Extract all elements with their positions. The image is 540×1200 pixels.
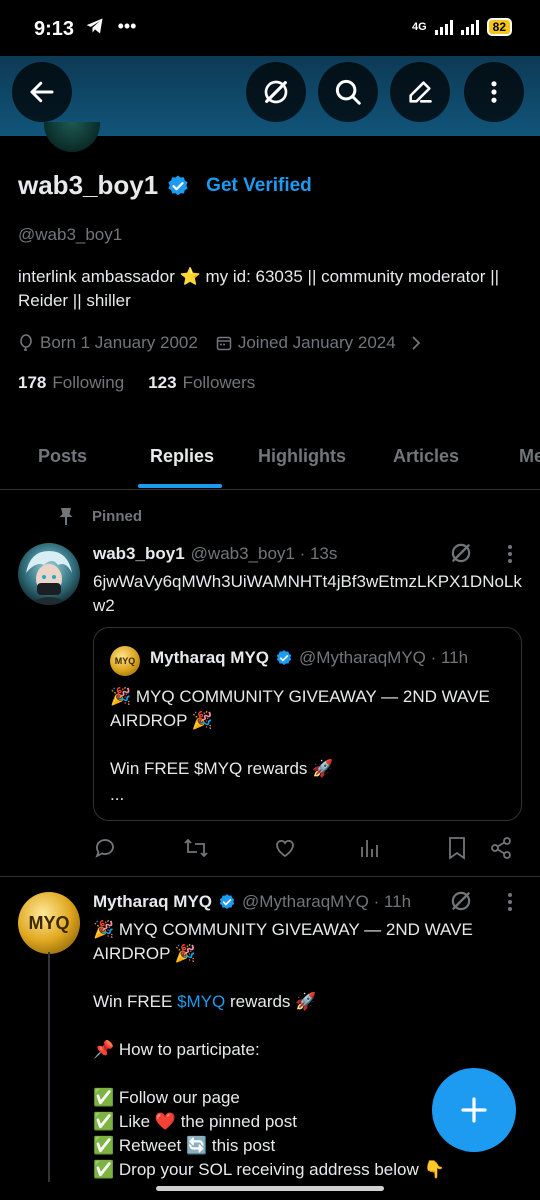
more-notifications-icon: ••• <box>117 16 137 36</box>
post2-how: 📌 How to participate: <box>93 1040 260 1059</box>
quote-handle-time: @MytharaqMYQ · 11h <box>299 648 469 667</box>
quote-text-line2: Win FREE $MYQ rewards 🚀 <box>110 759 334 778</box>
share-icon[interactable] <box>489 836 513 860</box>
post2-line1: 🎉 MYQ COMMUNITY GIVEAWAY — 2ND WAVE AIRD… <box>93 920 473 963</box>
signal-icon-2 <box>460 19 479 35</box>
birthdate: Born 1 January 2002 <box>18 333 198 353</box>
post2-header: Mytharaq MYQ @MytharaqMYQ · 11h <box>93 892 411 912</box>
following-link[interactable]: 178 Following <box>18 373 124 393</box>
grok-icon[interactable] <box>448 888 474 914</box>
profile-name: wab3_boy1 <box>18 170 159 200</box>
post2-more-icon[interactable] <box>500 891 520 913</box>
profile-meta: Born 1 January 2002 Joined January 2024 <box>18 333 522 353</box>
compose-button[interactable] <box>432 1068 516 1152</box>
followers-count: 123 <box>148 373 177 392</box>
quote-author-name: Mytharaq MYQ <box>150 648 270 667</box>
arrow-left-icon <box>30 81 54 103</box>
followers-label: Followers <box>182 373 256 392</box>
quoted-post[interactable]: MYQ Mytharaq MYQ @MytharaqMYQ · 11h 🎉 MY… <box>93 627 522 821</box>
status-notification-icons: ••• <box>84 16 136 42</box>
verified-badge-icon <box>276 650 292 665</box>
pinned-text: Pinned <box>92 507 143 525</box>
search-button[interactable] <box>318 62 378 122</box>
battery-indicator: 82 <box>486 18 512 36</box>
network-type: 4G <box>411 21 427 33</box>
myq-coin-logo: MYQ <box>28 912 70 933</box>
tab-replies[interactable]: Replies <box>150 446 214 467</box>
tab-highlights[interactable]: Highlights <box>258 446 346 467</box>
quote-header: Mytharaq MYQ @MytharaqMYQ · 11h <box>150 648 468 668</box>
join-date: Joined January 2024 <box>216 333 396 353</box>
quote-avatar: MYQ <box>110 646 140 676</box>
post-actions <box>93 836 523 864</box>
views-icon[interactable] <box>359 836 381 860</box>
more-vertical-icon <box>491 81 497 103</box>
post2-author-name[interactable]: Mytharaq MYQ <box>93 892 212 912</box>
post-more-icon[interactable] <box>500 543 520 565</box>
profile-handle: @wab3_boy1 <box>18 225 123 244</box>
join-date-text: Joined January 2024 <box>237 333 396 352</box>
cashtag-link[interactable]: $MYQ <box>177 992 225 1011</box>
signal-icon-1 <box>434 19 453 35</box>
post-author-name[interactable]: wab3_boy1 <box>93 544 185 564</box>
back-button[interactable] <box>12 62 72 122</box>
quote-text-ellipsis: ... <box>110 785 125 804</box>
tab-posts[interactable]: Posts <box>38 446 87 467</box>
get-verified-link[interactable]: Get Verified <box>206 175 312 197</box>
post-divider <box>0 876 540 877</box>
post-handle-time: @wab3_boy1 · 13s <box>190 544 338 563</box>
telegram-icon <box>86 18 103 34</box>
profile-bio: interlink ambassador ⭐ my id: 63035 || c… <box>18 267 500 310</box>
status-right: 4G 82 <box>412 18 512 36</box>
post-text: 6jwWaVy6qMWh3UiWAMNHTt4jBf3wEtmzLKPX1DNo… <box>93 572 522 615</box>
retweet-icon[interactable] <box>183 836 209 860</box>
follow-stats: 178 Following 123 Followers <box>18 373 522 393</box>
chevron-right-icon[interactable] <box>408 335 424 351</box>
post2-win-line: Win FREE $MYQ rewards 🚀 <box>93 990 523 1014</box>
more-button[interactable] <box>464 62 524 122</box>
post2-avatar[interactable]: MYQ <box>18 892 80 954</box>
profile-tabs: Posts Replies Highlights Articles Me <box>0 420 540 490</box>
pencil-icon <box>409 81 432 103</box>
tab-media[interactable]: Me <box>519 446 540 467</box>
post2-step4: ✅ Drop your SOL receiving address below … <box>93 1160 445 1179</box>
following-label: Following <box>52 373 125 392</box>
post-avatar[interactable] <box>18 543 80 605</box>
post2-win-suffix: rewards 🚀 <box>225 992 317 1011</box>
post2-win-prefix: Win FREE <box>93 992 178 1011</box>
balloon-icon <box>20 334 32 351</box>
post-header: wab3_boy1 @wab3_boy1 · 13s <box>93 544 337 564</box>
birthdate-text: Born 1 January 2002 <box>40 333 198 352</box>
like-icon[interactable] <box>273 836 297 860</box>
edit-button[interactable] <box>390 62 450 122</box>
status-bar: 9:13 ••• 4G 82 <box>0 0 540 56</box>
tab-articles[interactable]: Articles <box>393 446 459 467</box>
grok-icon[interactable] <box>448 540 474 566</box>
name-row: wab3_boy1 Get Verified <box>18 170 522 201</box>
profile-info: wab3_boy1 Get Verified @wab3_boy1 interl… <box>18 170 522 393</box>
home-indicator[interactable] <box>156 1186 384 1191</box>
status-time: 9:13 <box>34 18 75 40</box>
calendar-icon <box>216 336 232 351</box>
followers-link[interactable]: 123 Followers <box>148 373 255 393</box>
plus-icon <box>461 1097 487 1123</box>
post2-handle-time: @MytharaqMYQ · 11h <box>242 892 412 911</box>
reply-icon[interactable] <box>93 836 117 860</box>
quote-text-line1: 🎉 MYQ COMMUNITY GIVEAWAY — 2ND WAVE AIRD… <box>110 687 490 730</box>
grok-icon <box>264 80 288 104</box>
active-tab-indicator <box>138 484 222 488</box>
verified-badge-icon <box>168 175 188 195</box>
pinned-label: Pinned <box>58 506 142 526</box>
following-count: 178 <box>18 373 47 392</box>
grok-button[interactable] <box>246 62 306 122</box>
search-icon <box>335 79 361 105</box>
profile-avatar[interactable] <box>44 122 100 152</box>
thread-line <box>48 952 50 1182</box>
anime-avatar-image <box>26 551 72 605</box>
pin-icon <box>59 508 73 525</box>
bookmark-icon[interactable] <box>447 836 467 860</box>
verified-badge-icon <box>219 894 235 909</box>
